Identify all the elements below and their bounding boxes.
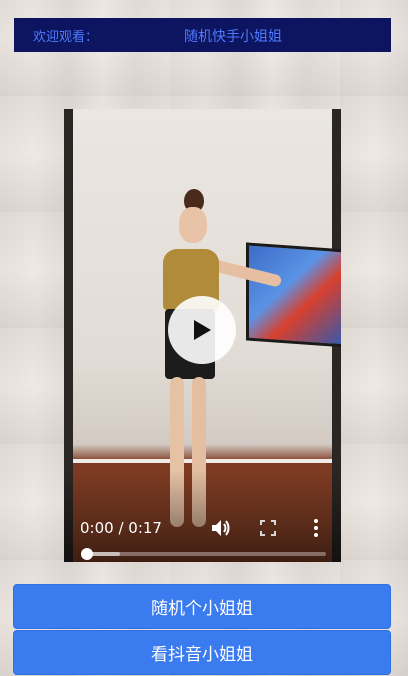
page-title: 随机快手小姐姐 xyxy=(184,29,282,45)
person-head xyxy=(179,207,207,243)
more-vertical-icon xyxy=(314,519,318,537)
fullscreen-button[interactable] xyxy=(260,520,276,536)
volume-icon xyxy=(212,520,230,536)
play-button[interactable] xyxy=(168,296,236,364)
play-icon xyxy=(194,320,211,340)
more-options-button[interactable] xyxy=(312,518,320,538)
progress-slider[interactable] xyxy=(81,548,326,560)
douyin-girl-button[interactable]: 看抖音小姐姐 xyxy=(13,630,391,675)
progress-thumb[interactable] xyxy=(81,548,93,560)
random-girl-button[interactable]: 随机个小姐姐 xyxy=(13,584,391,629)
welcome-label: 欢迎观看： xyxy=(33,30,99,45)
volume-button[interactable] xyxy=(210,517,232,539)
time-display: 0:00 / 0:17 xyxy=(80,519,162,537)
tv-screen-image xyxy=(246,242,341,348)
controls-overlay xyxy=(64,470,341,562)
header-bar: 欢迎观看： 随机快手小姐姐 xyxy=(14,18,391,52)
fullscreen-icon xyxy=(260,520,276,536)
video-player[interactable]: 0:00 / 0:17 xyxy=(64,109,341,562)
